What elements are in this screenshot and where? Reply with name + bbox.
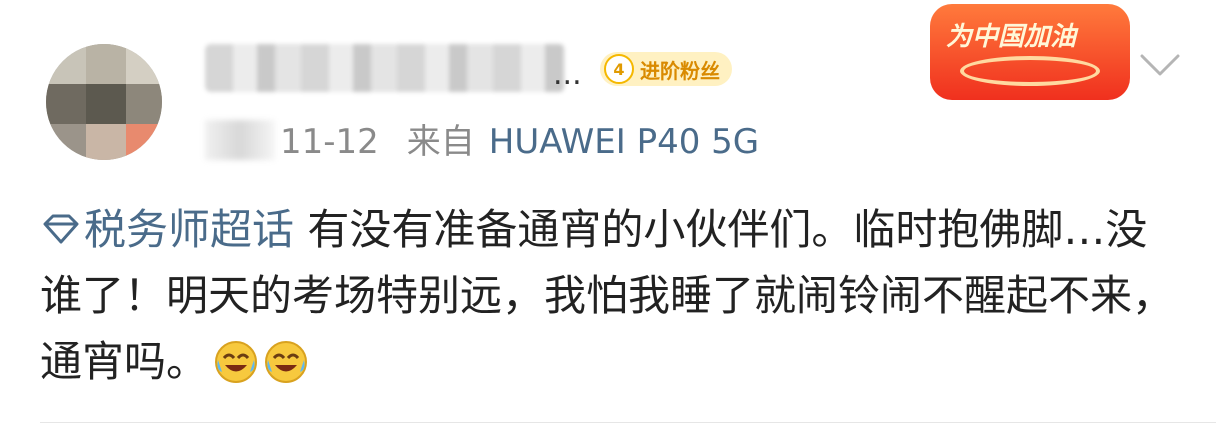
post-date: 11-12 [280,122,379,162]
username-ellipsis: ... [553,57,582,92]
fan-badge-label: 进阶粉丝 [640,58,720,83]
chevron-down-icon[interactable] [1138,50,1182,80]
username-redacted[interactable] [205,44,565,92]
source-prefix: 来自 [406,122,475,162]
source-device[interactable]: HUAWEI P40 5G [489,122,759,162]
meta-redacted [205,120,275,160]
post-meta: 11-12 来自 HUAWEI P40 5G [280,118,759,166]
stadium-icon [960,56,1100,86]
divider [40,422,1216,423]
super-topic-name: 税务师超话 [84,205,295,254]
post-body: 税务师超话 有没有准备通宵的小伙伴们。临时抱佛脚…没谁了！明天的考场特别远，我怕… [40,197,1180,395]
laugh-cry-emoji-icon [215,341,258,383]
fan-level-number: 4 [604,54,634,84]
laugh-cry-emoji-icon [265,341,308,383]
super-topic-link[interactable]: 税务师超话 [40,205,294,254]
card-sticker: 为中国加油 [930,4,1130,100]
avatar[interactable] [46,44,162,160]
diamond-icon [43,214,79,244]
sticker-text: 为中国加油 [946,22,1077,52]
fan-badge[interactable]: 4 进阶粉丝 [600,52,732,86]
